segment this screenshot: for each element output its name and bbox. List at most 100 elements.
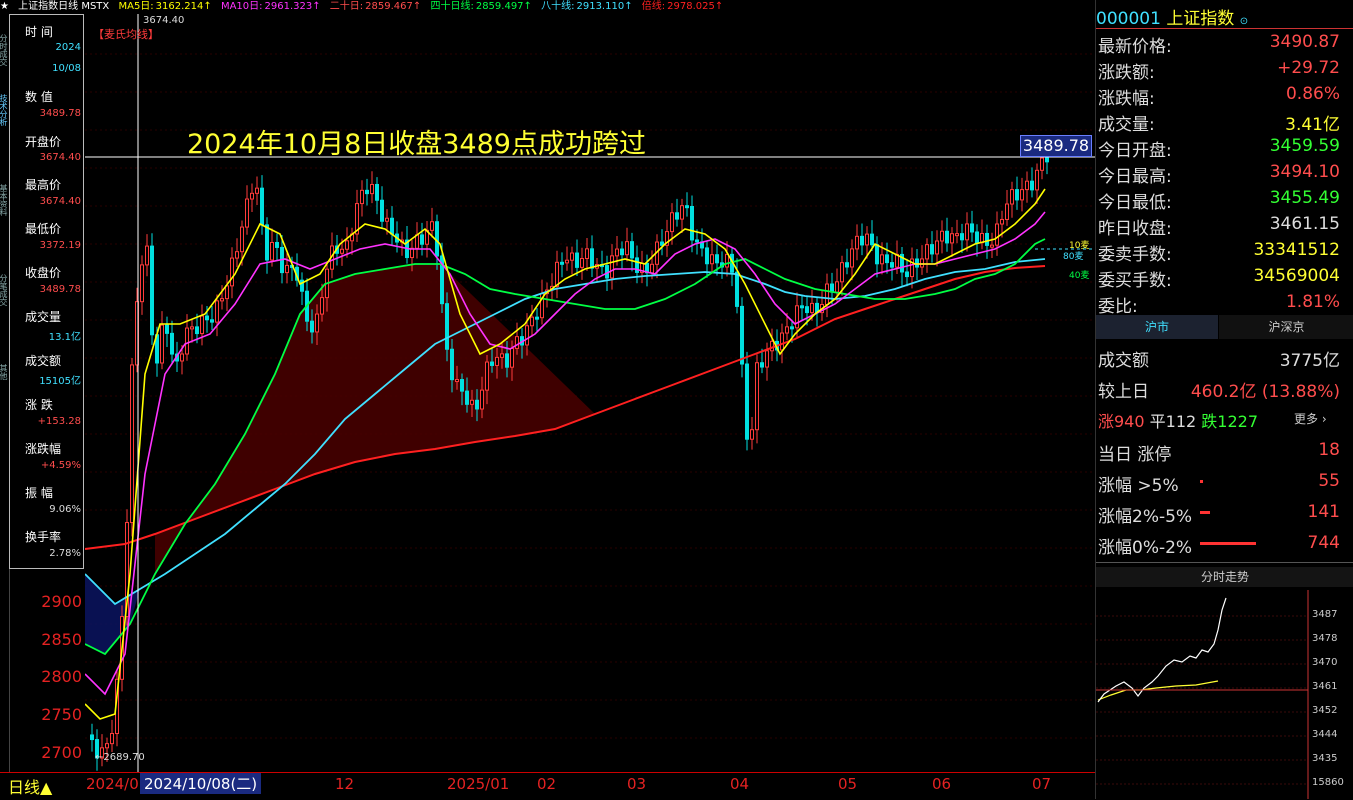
candle: [470, 399, 474, 405]
candle: [930, 244, 934, 255]
date-label-apr: 04: [730, 775, 750, 793]
quote-label: 今日最低:: [1098, 193, 1172, 213]
intraday-axis-label: 3487: [1312, 609, 1338, 620]
candle: [670, 212, 674, 233]
turnover-label: 成交额: [1098, 351, 1149, 371]
change-value: +153.28: [37, 416, 81, 427]
amplitude-value: 9.06%: [49, 504, 81, 515]
ma-long-value: 2978.025↑: [667, 1, 724, 12]
kline-chart[interactable]: 【麦氏均线】 3674.40 ←2689.70 2024年10月8日收盘3489…: [84, 14, 1095, 774]
stock-header: 000001 上证指数 ⊙: [1096, 4, 1248, 29]
candle: [795, 305, 799, 329]
intraday-title[interactable]: 分时走势: [1096, 567, 1353, 587]
more-link[interactable]: 更多 ›: [1294, 410, 1327, 427]
candle: [345, 240, 349, 250]
quote-value: 3494.10: [1269, 162, 1340, 182]
intraday-chart[interactable]: [1096, 590, 1353, 799]
candle: [890, 262, 894, 268]
quote-value: 3.41亿: [1285, 115, 1340, 135]
candle: [760, 362, 764, 368]
r0-2-value: 744: [1307, 533, 1340, 553]
intraday-axis-label: 3452: [1312, 705, 1338, 716]
candle: [800, 305, 804, 309]
down-count: 跌1227: [1201, 412, 1259, 431]
candle: [630, 241, 634, 259]
ma20-value: 2859.467↑: [365, 1, 422, 12]
side-tab-1[interactable]: 分时成交: [0, 34, 9, 66]
candle: [855, 235, 859, 250]
candle: [190, 326, 194, 330]
candle: [530, 316, 534, 327]
candle: [805, 306, 809, 314]
candle: [340, 248, 344, 254]
candle: [525, 325, 529, 346]
candle: [200, 315, 204, 335]
side-tab-2[interactable]: 技术分析: [0, 94, 9, 126]
quote-label: 昨日收盘:: [1098, 219, 1172, 239]
candle: [490, 361, 494, 366]
quote-row: 昨日收盘: 3461.15: [1096, 211, 1344, 239]
candle: [240, 226, 244, 253]
candle: [780, 332, 784, 351]
indicator-tag: 【麦氏均线】: [93, 28, 159, 41]
candle: [960, 233, 964, 241]
limit-up-value: 18: [1318, 440, 1340, 460]
data-window: 时 间 2024 10/08 数 值 3489.78 开盘价 3674.40 最…: [9, 14, 84, 569]
r0-2-bar: [1200, 542, 1256, 545]
date-value: 10/08: [52, 63, 81, 74]
turnover-value: 3775亿: [1279, 351, 1340, 371]
quote-value: 3455.49: [1269, 188, 1340, 208]
quote-row: 最新价格: 3490.87: [1096, 29, 1344, 57]
candle: [1005, 203, 1009, 220]
candle: [130, 364, 134, 524]
candle: [885, 254, 889, 264]
candle: [555, 261, 559, 287]
tab-shsz[interactable]: 沪深京: [1219, 315, 1353, 339]
price-label-2900: 2900: [41, 592, 82, 611]
candle: [1030, 180, 1034, 191]
candle: [420, 234, 424, 245]
candle: [460, 379, 464, 392]
date-axis: 日线▲ 2024/0 2024/10/08(二) 12 2025/01 02 0…: [0, 772, 1095, 800]
candle: [650, 263, 654, 274]
candle: [450, 348, 454, 381]
side-tab-5[interactable]: 其他: [0, 364, 9, 380]
info-icon[interactable]: ⊙: [1240, 16, 1248, 27]
side-tab-4[interactable]: 分笔成交: [0, 274, 9, 306]
turnover-value: 2.78%: [49, 548, 81, 559]
candle: [880, 254, 884, 265]
tab-sh[interactable]: 沪市: [1096, 315, 1218, 339]
low-value: 3372.19: [39, 240, 81, 251]
close-label: 收盘价: [25, 266, 62, 280]
ma20-line: [84, 238, 1046, 656]
quote-label: 最新价格:: [1098, 37, 1172, 57]
side-tab-3[interactable]: 基本资料: [0, 184, 9, 216]
low-label: 最低价: [25, 222, 62, 236]
ma20-label: 二十日:: [329, 1, 364, 12]
candle: [535, 316, 539, 320]
candle: [580, 257, 584, 268]
ma10-value: 2961.323↑: [264, 1, 321, 12]
candle: [1020, 189, 1024, 201]
candle: [445, 303, 449, 350]
quote-value: 0.86%: [1285, 84, 1340, 104]
candle: [985, 232, 989, 246]
quote-value: 3461.15: [1269, 214, 1340, 234]
candle: [170, 332, 174, 355]
stock-name: 上证指数: [1166, 9, 1235, 29]
candle: [285, 264, 289, 274]
candle: [975, 231, 979, 244]
candle: [500, 353, 504, 358]
quote-label: 涨跌额:: [1098, 63, 1155, 83]
candle: [660, 241, 664, 246]
volume-label: 成交量: [25, 310, 62, 324]
candle: [105, 743, 109, 749]
date-label-feb: 02: [537, 775, 557, 793]
period-selector[interactable]: 日线▲: [8, 774, 52, 798]
star-icon[interactable]: ★: [0, 1, 9, 12]
date-label-selected: 2024/10/08(二): [140, 773, 262, 794]
candle: [1015, 189, 1019, 201]
quote-row: 今日最高: 3494.10: [1096, 159, 1344, 187]
ma80-tag: 80麦: [1063, 252, 1084, 262]
value-label: 数 值: [25, 90, 53, 104]
